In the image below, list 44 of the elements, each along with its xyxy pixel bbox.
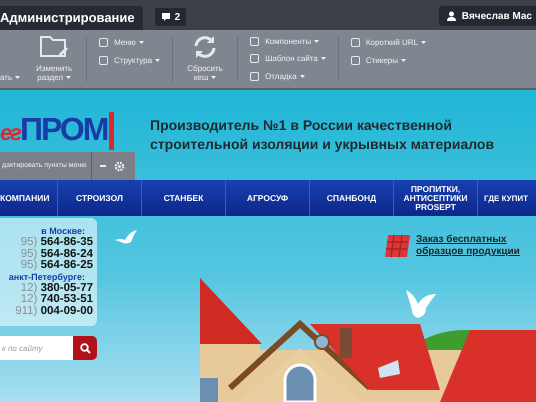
phone-number: 12) 740-53-51 bbox=[20, 294, 93, 306]
dove-icon bbox=[404, 290, 438, 318]
city-label: анкт-Петербурге: bbox=[8, 272, 85, 282]
phone-number: 12) 380-05-77 bbox=[20, 282, 93, 294]
nav-item[interactable]: КОМПАНИИ bbox=[0, 180, 58, 216]
toolbar-menu-item[interactable]: Стикеры bbox=[350, 54, 426, 66]
button-label: Изменить раздел bbox=[36, 64, 72, 82]
button-label: ать bbox=[0, 73, 12, 82]
toolbar-menu-item[interactable]: Отладка bbox=[250, 70, 326, 82]
phone-number: 95) 564-86-25 bbox=[20, 260, 93, 272]
nav-item[interactable]: СТРОИЗОЛ bbox=[58, 180, 142, 216]
search-icon bbox=[80, 342, 90, 354]
toolbar-menu-item[interactable]: Короткий URL bbox=[350, 36, 426, 48]
nav-item[interactable]: ПРОПИТКИ, АНТИСЕПТИКИ PROSEPT bbox=[394, 180, 478, 216]
settings-icon[interactable] bbox=[114, 160, 124, 172]
notifications-button[interactable]: 2 bbox=[154, 8, 186, 26]
folder-edit-icon bbox=[39, 34, 70, 60]
toolbar-menu-item[interactable]: Меню bbox=[99, 36, 160, 48]
nav-item[interactable]: ГДЕ КУПИТ bbox=[478, 180, 536, 216]
dove-icon bbox=[115, 230, 137, 246]
toolbar-button[interactable]: Изменить раздел bbox=[26, 30, 82, 88]
search-field[interactable]: к по сайту bbox=[0, 336, 73, 360]
refresh-icon bbox=[192, 34, 218, 60]
phone-number: 95) 564-86-24 bbox=[20, 248, 93, 260]
phone-number: 95) 564-86-35 bbox=[20, 237, 93, 248]
headline: Производитель №1 в России качественной строительной изоляции и укрывных материалов bbox=[150, 116, 496, 154]
admin-tab[interactable]: Администрирование bbox=[0, 6, 143, 30]
user-button[interactable]: Вячеслав Мас bbox=[438, 6, 536, 26]
city-label: в Москве: bbox=[41, 226, 85, 237]
user-icon bbox=[446, 11, 456, 21]
toolbar-menu-item[interactable]: Шаблон сайта bbox=[250, 53, 326, 65]
nav-item[interactable]: АГРОСУФ bbox=[226, 180, 310, 216]
nav-item[interactable]: СПАНБОНД bbox=[310, 180, 394, 216]
roof-tile-icon bbox=[384, 234, 412, 258]
toolbar-button[interactable]: ать bbox=[0, 30, 24, 88]
comment-icon bbox=[160, 12, 171, 22]
phone-number: 911) 004-09-00 bbox=[15, 306, 93, 317]
nav-item[interactable]: СТАНБЕК bbox=[142, 180, 226, 216]
toolbar-button[interactable]: Сбросить кеш bbox=[177, 30, 234, 88]
search-button[interactable] bbox=[73, 336, 97, 360]
samples-order-link[interactable]: Заказ бесплатных образцов продукции bbox=[416, 234, 536, 258]
button-label: Сбросить кеш bbox=[187, 64, 223, 82]
toolbar-menu-item[interactable]: Структура bbox=[99, 54, 160, 66]
toolbar-menu-item[interactable]: Компоненты bbox=[250, 36, 326, 48]
